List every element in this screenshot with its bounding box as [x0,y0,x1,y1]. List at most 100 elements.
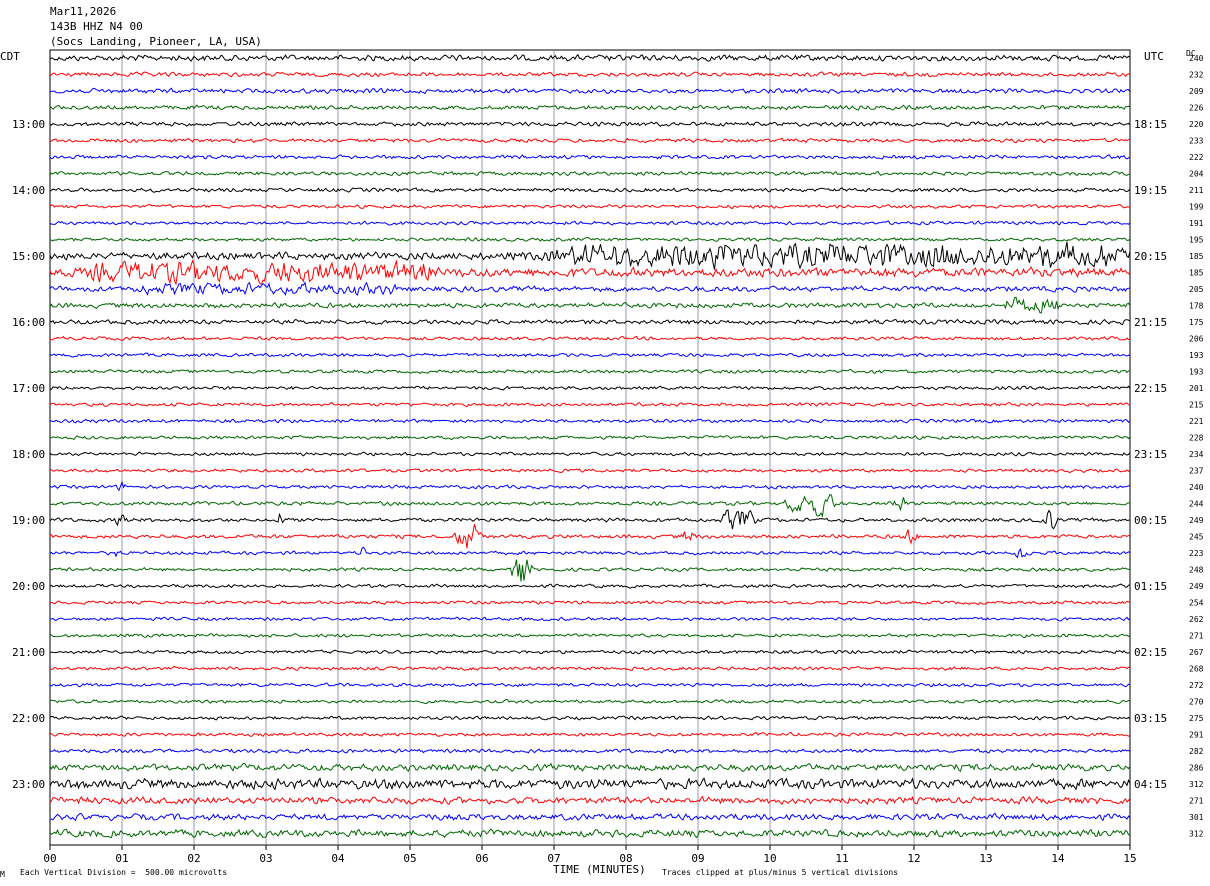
dc-offset-value: 262 [1189,615,1204,624]
trace-row [49,523,1131,549]
trace-row [49,187,1131,193]
trace-row [49,281,1131,297]
trace-row [49,480,1131,492]
dc-offset-value: 193 [1189,368,1204,377]
x-tick-label: 12 [907,852,920,865]
x-axis-title: TIME (MINUTES) [553,863,646,876]
trace-row [49,203,1131,210]
dc-offset-value: 199 [1189,203,1204,212]
trace-row [49,154,1131,160]
trace-row [49,616,1131,622]
dc-offset-value: 228 [1189,434,1204,443]
trace-row [49,53,1131,63]
trace-row [49,296,1131,314]
cdt-hour-label: 23:00 [12,778,45,791]
trace-row [49,368,1131,375]
cdt-hour-label: 22:00 [12,712,45,725]
cdt-hour-label: 14:00 [12,184,45,197]
cdt-hour-label: 16:00 [12,316,45,329]
helicorder-plot: 00 01 02 03 04 05 06 07 08 09 10 11 12 13 14 1513:0014:… [12,49,1204,865]
dc-offset-value: 312 [1189,830,1204,839]
trace-row [49,170,1131,177]
dc-offset-value: 271 [1189,797,1204,806]
dc-offset-value: 245 [1189,533,1204,542]
dc-offset-value: 222 [1189,153,1204,162]
utc-hour-label: 20:15 [1134,250,1167,263]
dc-offset-value: 178 [1189,302,1204,311]
trace-row [49,682,1131,688]
dc-offset-value: 209 [1189,87,1204,96]
dc-offset-value: 254 [1189,599,1204,608]
utc-hour-label: 21:15 [1134,316,1167,329]
trace-row [49,236,1131,242]
cdt-hour-label: 20:00 [12,580,45,593]
utc-hour-label: 18:15 [1134,118,1167,131]
trace-row [49,812,1131,822]
clipping-note: Traces clipped at plus/minus 5 vertical … [662,868,899,877]
dc-offset-value: 193 [1189,351,1204,360]
trace-row [49,418,1131,424]
trace-row [49,715,1131,721]
x-tick-label: 05 [403,852,416,865]
dc-offset-value: 272 [1189,681,1204,690]
dc-offset-value: 206 [1189,335,1204,344]
cdt-hour-label: 13:00 [12,118,45,131]
trace-row [49,220,1131,226]
dc-offset-value: 215 [1189,401,1204,410]
trace-row [49,352,1131,358]
trace-row [49,731,1131,738]
dc-offset-value: 232 [1189,71,1204,80]
trace-row [50,137,1131,144]
utc-hour-label: 23:15 [1134,448,1167,461]
trace-row [49,318,1131,326]
x-tick-label: 09 [691,852,704,865]
dc-offset-value: 191 [1189,219,1204,228]
trace-row [49,546,1131,559]
trace-row [49,468,1131,474]
x-tick-label: 10 [763,852,776,865]
dc-offset-value: 226 [1189,104,1204,113]
dc-offset-value: 286 [1189,764,1204,773]
cdt-hour-label: 17:00 [12,382,45,395]
trace-row [49,777,1131,791]
dc-offset-value: 237 [1189,467,1204,476]
trace-row [49,649,1131,655]
trace-row [49,385,1131,391]
dc-offset-value: 248 [1189,566,1204,575]
dc-offset-value: 249 [1189,582,1204,591]
cdt-hour-label: 15:00 [12,250,45,263]
dc-offset-value: 205 [1189,285,1204,294]
axis-labels: 00 01 02 03 04 05 06 07 08 09 10 11 12 13 14 1513:0014:… [12,54,1204,865]
utc-hour-label: 03:15 [1134,712,1167,725]
utc-hour-label: 01:15 [1134,580,1167,593]
dc-offset-value: 268 [1189,665,1204,674]
trace-row [49,451,1131,457]
trace-row [49,241,1131,270]
trace-row [49,402,1131,408]
seismic-traces [49,53,1131,839]
trace-row [49,600,1131,606]
utc-hour-label: 19:15 [1134,184,1167,197]
trace-row [49,120,1131,127]
utc-hour-label: 00:15 [1134,514,1167,527]
dc-offset-value: 201 [1189,384,1204,393]
trace-row [49,748,1131,754]
trace-row [49,435,1131,441]
cdt-hour-label: 18:00 [12,448,45,461]
dc-offset-value: 312 [1189,780,1204,789]
trace-row [49,493,1131,518]
trace-row [49,259,1131,286]
dc-offset-value: 270 [1189,698,1204,707]
x-tick-label: 04 [331,852,345,865]
dc-offset-value: 249 [1189,516,1204,525]
vertical-scale-note: Each Vertical Division = 500.00 microvol… [20,868,228,877]
x-tick-label: 01 [115,852,128,865]
dc-offset-value: 221 [1189,417,1204,426]
dc-offset-value: 244 [1189,500,1204,509]
trace-row [49,665,1131,671]
dc-offset-value: 291 [1189,731,1204,740]
dc-offset-value: 185 [1189,252,1204,261]
x-tick-label: 11 [835,852,848,865]
x-tick-label: 14 [1051,852,1065,865]
trace-row [49,559,1131,582]
